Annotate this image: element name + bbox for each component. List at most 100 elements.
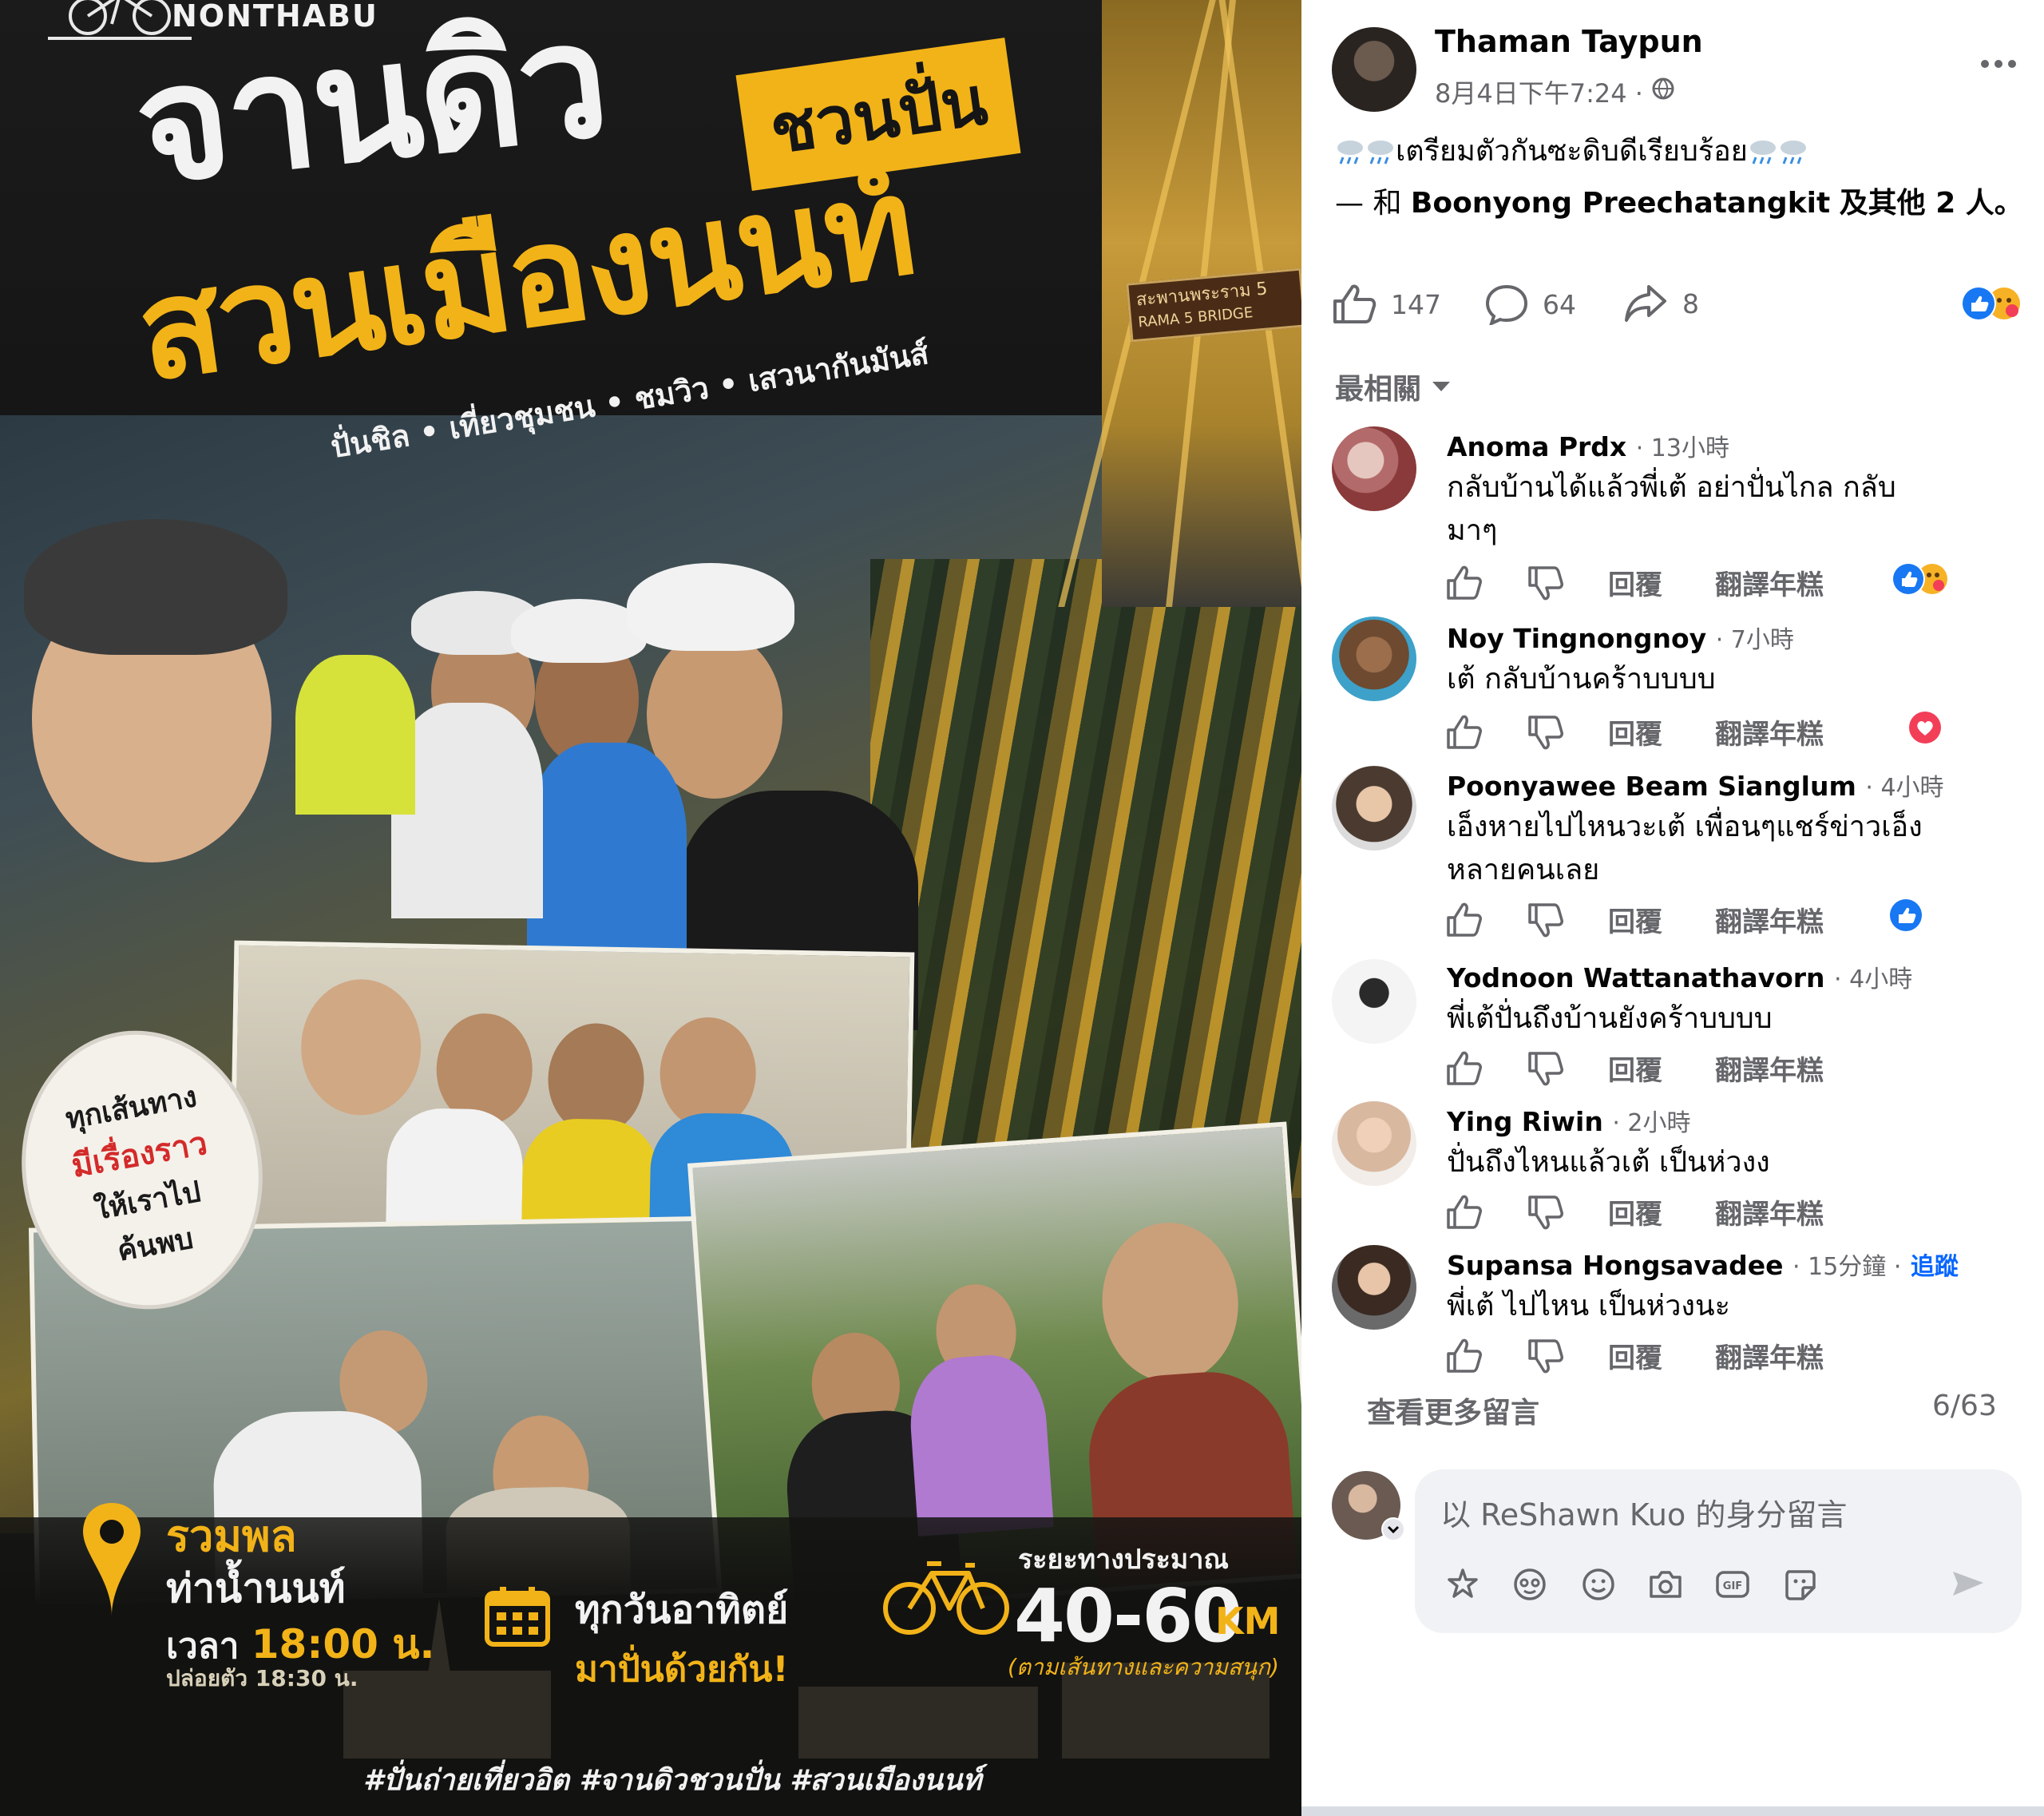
- comment-text: เอ็งหายไปไหนวะเต้ เพื่อนๆแชร์ข่าวเอ็งหลา…: [1447, 811, 1923, 886]
- more-options-icon[interactable]: [1979, 56, 2018, 72]
- comment-dislike-icon[interactable]: [1527, 565, 1563, 601]
- comment-text: ปั่นถึงไหนแล้วเต้ เป็นห่วงง: [1447, 1146, 1770, 1179]
- commenter-avatar[interactable]: [1332, 1101, 1416, 1186]
- bicycle-icon: [883, 1561, 1009, 1635]
- share-icon: [1625, 285, 1666, 322]
- translate-button[interactable]: 翻譯年糕: [1715, 563, 1824, 602]
- post-message-text: เตรียมตัวกันซะดิบดีเรียบร้อย: [1396, 135, 1748, 168]
- tagged-people: — 和 Boonyong Preechatangkit 及其他 2 人。: [1335, 187, 2023, 220]
- like-count: 147: [1391, 288, 1441, 320]
- commenter-name[interactable]: Supansa Hongsavadee · 15分鐘 · 追蹤: [1447, 1247, 1959, 1282]
- reply-button[interactable]: 回覆: [1608, 563, 1662, 602]
- depart-time: ปล่อยตัว 18:30 น.: [166, 1665, 358, 1691]
- commenter-avatar[interactable]: [1332, 766, 1416, 851]
- commenter-avatar[interactable]: [1332, 1245, 1416, 1330]
- comment-actions: 回覆 翻譯年糕: [1445, 563, 1876, 602]
- commenter-avatar[interactable]: [1332, 426, 1416, 511]
- translate-button[interactable]: 翻譯年糕: [1715, 1336, 1824, 1375]
- poster-rider-helmet: [627, 563, 794, 651]
- reaction-like-icon[interactable]: [1888, 897, 1924, 934]
- emoji-icon[interactable]: [1579, 1565, 1618, 1604]
- poster-forest-overlay: [870, 559, 1301, 1198]
- comment-dislike-icon[interactable]: [1527, 714, 1563, 751]
- comment-dislike-icon[interactable]: [1527, 1194, 1563, 1231]
- distance-value: 40-60: [1014, 1573, 1242, 1659]
- comment-input[interactable]: 以 ReShawn Kuo 的身分留言 GIF: [1415, 1469, 2022, 1633]
- comment-like-icon[interactable]: [1445, 902, 1482, 938]
- translate-button[interactable]: 翻譯年糕: [1715, 1192, 1824, 1231]
- commenter-name[interactable]: Noy Tingnongnoy · 7小時: [1447, 620, 1794, 655]
- page-divider: [1301, 1806, 2044, 1816]
- reply-button[interactable]: 回覆: [1608, 1049, 1662, 1088]
- rain-cloud-icon: [1780, 141, 1806, 165]
- commenter-name[interactable]: Yodnoon Wattanathavorn · 4小時: [1447, 959, 1912, 994]
- tagged-person-link[interactable]: Boonyong Preechatangkit: [1411, 187, 1830, 220]
- commenter-name[interactable]: Anoma Prdx · 13小時: [1447, 428, 1729, 463]
- tagged-others-link[interactable]: 及其他 2 人。: [1840, 187, 2023, 220]
- reply-button[interactable]: 回覆: [1608, 712, 1662, 751]
- gather-place: ท่าน้ำนนท์: [166, 1565, 346, 1612]
- comment-page-count: 6/63: [1932, 1390, 1997, 1422]
- camera-icon[interactable]: [1646, 1565, 1685, 1604]
- rain-cloud-icon: [1368, 141, 1393, 165]
- follow-link[interactable]: 追蹤: [1911, 1253, 1959, 1281]
- comment-button[interactable]: 64: [1485, 284, 1576, 325]
- comment-like-icon[interactable]: [1445, 1194, 1482, 1231]
- reaction-summary-icon[interactable]: [1955, 284, 2026, 323]
- commenter-avatar[interactable]: [1332, 617, 1416, 701]
- share-count: 8: [1682, 287, 1699, 319]
- comment-actions: 回覆 翻譯年糕: [1445, 1049, 1876, 1088]
- reaction-like-haha-icon[interactable]: [1888, 559, 1951, 599]
- comment-like-icon[interactable]: [1445, 1338, 1482, 1374]
- comment-text: พี่เต้ ไปไหน เป็นห่วงนะ: [1447, 1290, 1730, 1322]
- author-name[interactable]: Thaman Taypun: [1435, 24, 1703, 59]
- reaction-love-icon[interactable]: [1907, 709, 1943, 746]
- comment-input-placeholder: 以 ReShawn Kuo 的身分留言: [1440, 1497, 1848, 1532]
- post-timestamp[interactable]: 8月4日下午7:24 ·: [1435, 73, 1643, 110]
- translate-button[interactable]: 翻譯年糕: [1715, 1049, 1824, 1088]
- calendar-icon: [485, 1587, 550, 1647]
- chevron-down-icon: [1432, 382, 1451, 391]
- comment-dislike-icon[interactable]: [1527, 1338, 1563, 1374]
- chevron-down-icon[interactable]: [1381, 1517, 1405, 1541]
- rain-cloud-icon: [1749, 141, 1776, 165]
- ride-day: ทุกวันอาทิตย์: [575, 1588, 789, 1632]
- comment-icon: [1485, 284, 1528, 325]
- avatar-icon[interactable]: [1511, 1565, 1549, 1604]
- comment-like-icon[interactable]: [1445, 714, 1482, 751]
- poster-rider-jersey: [527, 743, 687, 974]
- ride-invite: มาปั่นด้วยกัน!: [575, 1649, 789, 1690]
- comment-sort-dropdown[interactable]: 最相關: [1335, 366, 1451, 407]
- reply-button[interactable]: 回覆: [1608, 900, 1662, 939]
- gif-icon[interactable]: GIF: [1713, 1565, 1752, 1604]
- comment-like-icon[interactable]: [1445, 565, 1482, 601]
- location-pin-icon: [83, 1503, 141, 1616]
- comment-dislike-icon[interactable]: [1527, 1050, 1563, 1087]
- share-button[interactable]: 8: [1623, 284, 1699, 323]
- post-message: เตรียมตัวกันซะดิบดีเรียบร้อย: [1335, 128, 1808, 173]
- globe-icon: [1652, 77, 1674, 100]
- sticker-icon[interactable]: [1781, 1565, 1819, 1604]
- translate-button[interactable]: 翻譯年糕: [1715, 712, 1824, 751]
- translate-button[interactable]: 翻譯年糕: [1715, 900, 1824, 939]
- comment-actions: 回覆 翻譯年糕: [1445, 1336, 1876, 1375]
- avatar-sticker-icon[interactable]: [1444, 1565, 1482, 1604]
- comment-actions: 回覆 翻譯年糕: [1445, 1192, 1876, 1231]
- author-avatar[interactable]: [1332, 27, 1416, 112]
- view-more-comments-link[interactable]: 查看更多留言: [1367, 1390, 1539, 1431]
- commenter-avatar[interactable]: [1332, 959, 1416, 1044]
- like-button[interactable]: 147: [1332, 284, 1441, 325]
- reply-button[interactable]: 回覆: [1608, 1192, 1662, 1231]
- commenter-name[interactable]: Ying Riwin · 2小時: [1447, 1103, 1691, 1138]
- comment-text: กลับบ้านได้แล้วพี่เต้ อย่าปั่นไกล กลับมา…: [1447, 471, 1896, 547]
- reply-button[interactable]: 回覆: [1608, 1336, 1662, 1375]
- event-poster-image[interactable]: NONTHABU จานดิว ชวนปั่น สวนเมืองนนท์ ปั่…: [0, 0, 1301, 1816]
- comment-like-icon[interactable]: [1445, 1050, 1482, 1087]
- send-icon[interactable]: [1948, 1564, 1988, 1604]
- like-icon: [1333, 284, 1377, 323]
- comment-dislike-icon[interactable]: [1527, 902, 1563, 938]
- rain-cloud-icon: [1337, 141, 1363, 165]
- svg-text:GIF: GIF: [1723, 1580, 1742, 1592]
- commenter-name[interactable]: Poonyawee Beam Sianglum · 4小時: [1447, 767, 1944, 803]
- comment-actions: 回覆 翻譯年糕: [1445, 712, 1876, 751]
